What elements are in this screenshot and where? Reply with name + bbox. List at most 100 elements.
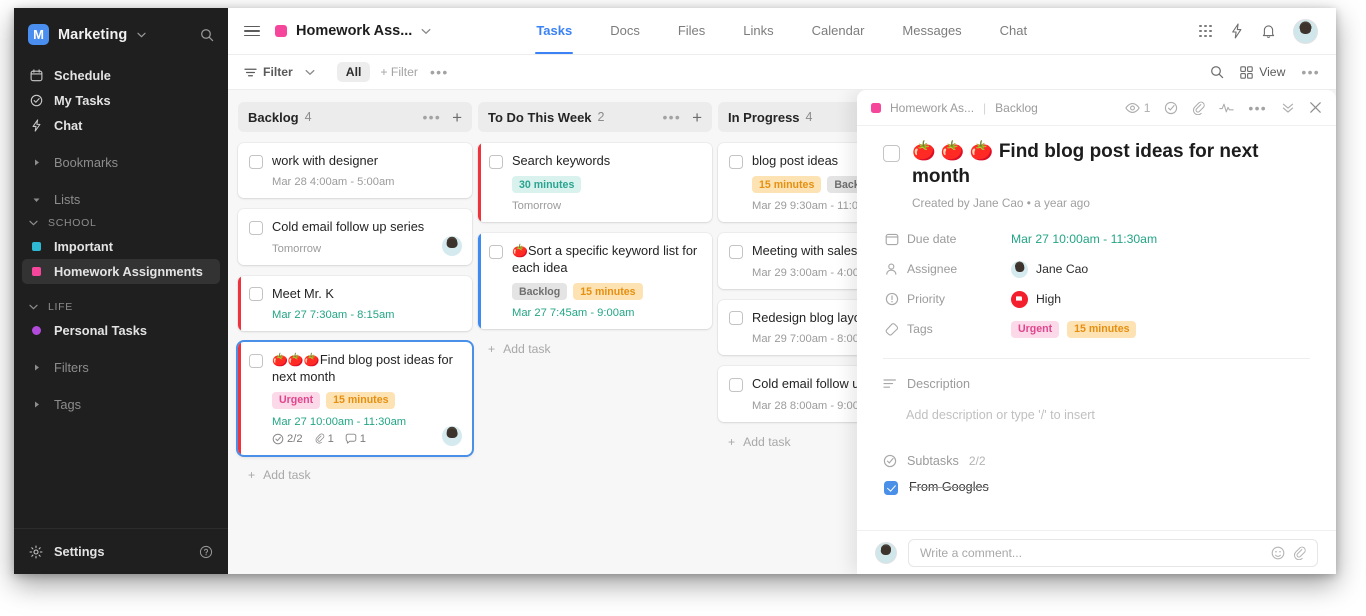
task-checkbox[interactable] (249, 221, 263, 235)
subtask-item[interactable]: From Googles (884, 479, 1310, 495)
attachment-icon[interactable] (1293, 546, 1306, 560)
subtask-checkbox[interactable] (884, 481, 898, 495)
task-assignee-avatar[interactable] (442, 426, 462, 446)
task-checkbox[interactable] (729, 378, 743, 392)
task-tag[interactable]: 15 minutes (573, 283, 642, 300)
chevron-down-icon[interactable] (421, 28, 431, 35)
check-circle-icon (29, 94, 44, 107)
column-more-icon[interactable]: ••• (422, 110, 441, 124)
check-circle-icon[interactable] (1164, 101, 1178, 115)
collapse-icon[interactable] (1281, 101, 1295, 114)
task-tag[interactable]: Urgent (1011, 321, 1059, 338)
add-filter-button[interactable]: + Filter (380, 65, 418, 79)
column-header: To Do This Week 2 ••• + (478, 102, 712, 132)
panel-more-icon[interactable]: ••• (1248, 101, 1267, 115)
task-checkbox[interactable] (249, 354, 263, 368)
column-add-icon[interactable]: + (692, 109, 702, 126)
sidebar-item-schedule[interactable]: Schedule (22, 63, 220, 88)
task-card[interactable]: work with designer Mar 28 4:00am - 5:00a… (238, 143, 472, 198)
task-complete-checkbox[interactable] (883, 145, 900, 162)
sidebar-group-filters[interactable]: Filters (22, 355, 220, 380)
task-title: 🍅Sort a specific keyword list for each i… (512, 243, 701, 276)
chevron-down-icon[interactable] (305, 69, 315, 76)
comment-input[interactable]: Write a comment... (908, 539, 1318, 567)
sidebar-section-school[interactable]: SCHOOL (22, 212, 220, 234)
task-title: Meet Mr. K (272, 286, 334, 302)
task-checkbox[interactable] (729, 311, 743, 325)
field-label: Assignee (907, 262, 1011, 276)
task-tag[interactable]: 15 minutes (326, 392, 395, 409)
tab-docs[interactable]: Docs (591, 8, 659, 54)
sidebar-group-lists[interactable]: Lists (22, 187, 220, 212)
tab-calendar[interactable]: Calendar (793, 8, 884, 54)
sidebar-item-personal-tasks[interactable]: Personal Tasks (22, 318, 220, 343)
tab-chat[interactable]: Chat (981, 8, 1046, 54)
task-tag[interactable]: Urgent (272, 392, 320, 409)
bell-icon[interactable] (1261, 23, 1276, 39)
column-actions: ••• + (662, 109, 702, 126)
kanban-board: Backlog 4 ••• + work with designer Mar 2… (228, 90, 1336, 574)
task-assignee-avatar[interactable] (442, 236, 462, 256)
sidebar-item-homework-assignments[interactable]: Homework Assignments (22, 259, 220, 284)
watchers-button[interactable]: 1 (1125, 101, 1151, 115)
task-tag[interactable]: Backlog (512, 283, 567, 300)
attachment-icon[interactable] (1192, 101, 1205, 115)
task-card[interactable]: Search keywords 30 minutes Tomorrow (478, 143, 712, 222)
tab-links[interactable]: Links (724, 8, 792, 54)
column-more-icon[interactable]: ••• (662, 110, 681, 124)
task-card[interactable]: Cold email follow up series Tomorrow (238, 209, 472, 264)
toolbar-more-icon[interactable]: ••• (430, 65, 449, 79)
sidebar-item-my-tasks[interactable]: My Tasks (22, 88, 220, 113)
activity-icon[interactable] (1219, 102, 1234, 114)
column-add-icon[interactable]: + (452, 109, 462, 126)
breadcrumb-status[interactable]: Backlog (995, 101, 1038, 115)
bolt-icon[interactable] (1229, 23, 1244, 39)
field-due-date[interactable]: Due date Mar 27 10:00am - 11:30am (885, 224, 1310, 254)
sidebar-group-bookmarks[interactable]: Bookmarks (22, 150, 220, 175)
field-tags[interactable]: Tags Urgent 15 minutes (885, 314, 1310, 344)
description-input[interactable]: Add description or type '/' to insert (906, 408, 1310, 422)
task-tag[interactable]: 30 minutes (512, 176, 581, 193)
toolbar-overflow-icon[interactable]: ••• (1301, 65, 1320, 79)
top-bar: Homework Ass... Tasks Docs Files Links C… (228, 8, 1336, 55)
task-checkbox[interactable] (249, 287, 263, 301)
hamburger-icon[interactable] (244, 26, 260, 37)
filter-button[interactable]: Filter (244, 65, 315, 79)
task-checkbox[interactable] (729, 245, 743, 259)
close-icon[interactable] (1309, 101, 1322, 114)
task-title-row: 🍅 🍅 🍅 Find blog post ideas for next mont… (883, 140, 1310, 189)
add-task-button[interactable]: + Add task (238, 466, 472, 482)
field-priority[interactable]: Priority High (885, 284, 1310, 314)
sidebar-settings-row[interactable]: Settings (14, 528, 228, 574)
sidebar-search-icon[interactable] (200, 28, 214, 42)
help-circle-icon[interactable] (199, 545, 213, 559)
sidebar-item-important[interactable]: Important (22, 234, 220, 259)
search-icon[interactable] (1210, 65, 1224, 79)
breadcrumb-list[interactable]: Homework As... (890, 101, 974, 115)
task-tag[interactable]: 15 minutes (752, 176, 821, 193)
task-checkbox[interactable] (489, 155, 503, 169)
task-card-selected[interactable]: 🍅🍅🍅Find blog post ideas for next month U… (238, 342, 472, 455)
apps-grid-icon[interactable] (1199, 25, 1212, 38)
sidebar-item-chat[interactable]: Chat (22, 113, 220, 138)
add-task-button[interactable]: + Add task (478, 340, 712, 356)
task-checkbox[interactable] (489, 245, 503, 259)
avatar[interactable] (1293, 19, 1318, 44)
tab-tasks[interactable]: Tasks (517, 8, 591, 54)
column-header: Backlog 4 ••• + (238, 102, 472, 132)
sidebar-group-tags[interactable]: Tags (22, 392, 220, 417)
tab-messages[interactable]: Messages (883, 8, 980, 54)
filter-chip-all[interactable]: All (337, 62, 371, 82)
task-checkbox[interactable] (249, 155, 263, 169)
tab-files[interactable]: Files (659, 8, 724, 54)
task-card[interactable]: Meet Mr. K Mar 27 7:30am - 8:15am (238, 276, 472, 331)
task-tag[interactable]: 15 minutes (1067, 321, 1136, 338)
sidebar-section-life[interactable]: LIFE (22, 296, 220, 318)
task-checkbox[interactable] (729, 155, 743, 169)
field-assignee[interactable]: Assignee Jane Cao (885, 254, 1310, 284)
view-button[interactable]: View (1240, 65, 1285, 79)
workspace-switcher[interactable]: M Marketing (14, 8, 228, 55)
emoji-icon[interactable] (1271, 546, 1285, 560)
document-title-switcher[interactable]: Homework Ass... (275, 23, 431, 39)
task-card[interactable]: 🍅Sort a specific keyword list for each i… (478, 233, 712, 329)
